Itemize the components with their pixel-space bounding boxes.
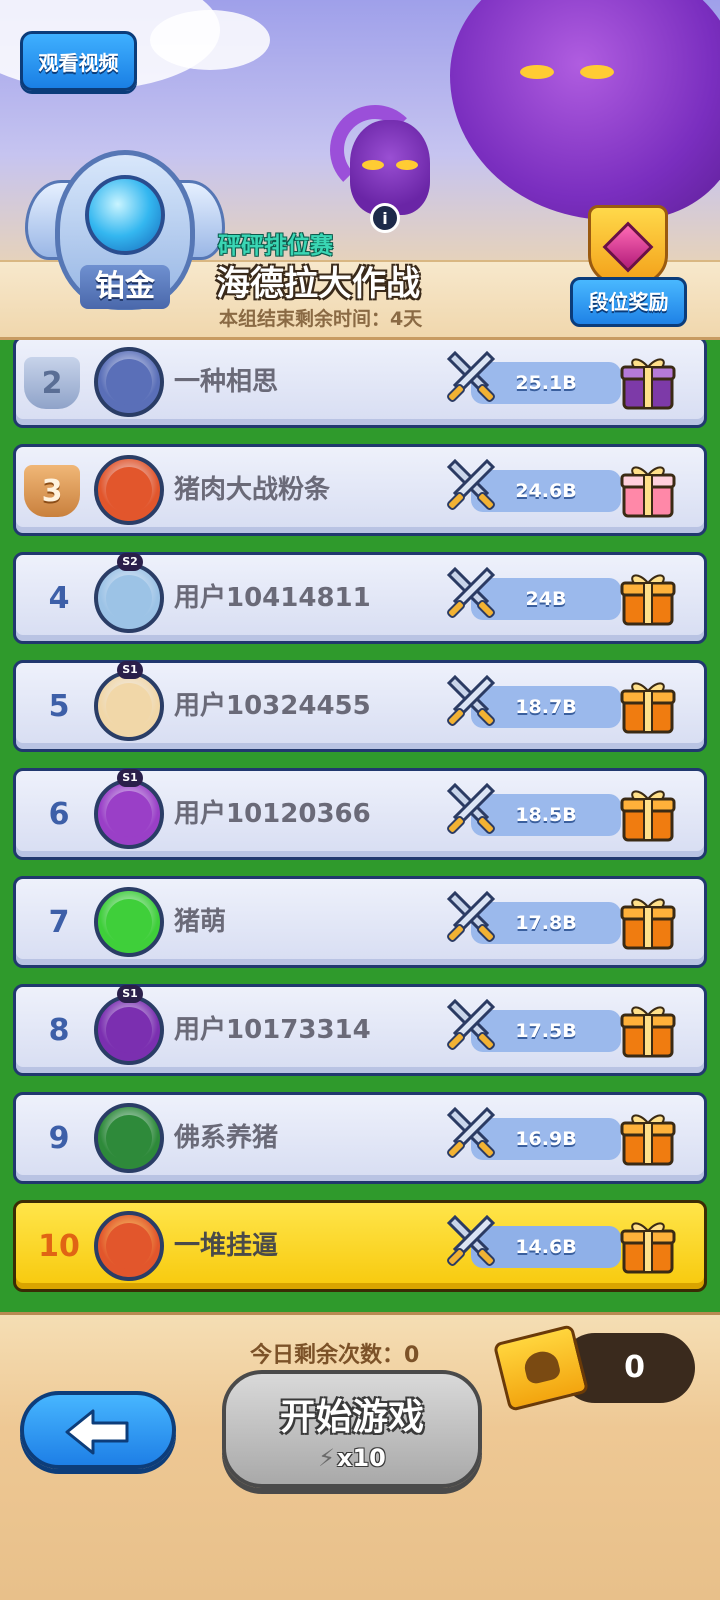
player-name: 用户10173314 [174,1015,371,1045]
event-title: 海德拉大作战 [216,264,420,304]
monster-eye [362,160,384,170]
avatar-face [106,1007,152,1053]
energy-cost: ⚡x10 [318,1444,386,1472]
start-game-button[interactable]: 开始游戏 ⚡x10 [222,1370,482,1488]
avatar-face [106,467,152,513]
gift-box-icon[interactable] [620,461,676,519]
season-badge: S1 [117,661,143,679]
rank-number: 8 [48,1012,70,1048]
avatar[interactable] [94,671,164,741]
avatar[interactable] [94,347,164,417]
season-badge: S2 [117,553,143,571]
player-name: 一堆挂逼 [174,1231,279,1261]
monster-eye [396,160,418,170]
rank-number: 4 [48,580,70,616]
player-name: 佛系养猪 [174,1123,279,1153]
crossed-swords-icon [446,351,496,402]
cloud [150,10,270,70]
gift-box-icon[interactable] [620,785,676,843]
rank-badge[interactable]: 铂金 [25,140,225,320]
season-badge: S1 [117,985,143,1003]
lightning-icon: ⚡ [318,1444,335,1472]
info-icon[interactable]: i [370,203,400,233]
gift-box-icon[interactable] [620,353,676,411]
energy-cost-text: x10 [336,1444,386,1472]
avatar[interactable] [94,779,164,849]
watch-video-button[interactable]: 观看视频 [20,31,137,91]
avatar[interactable] [94,995,164,1065]
gift-box-icon[interactable] [620,893,676,951]
player-name: 用户10324455 [174,691,371,721]
gift-box-icon[interactable] [620,1001,676,1059]
gift-box-icon[interactable] [620,1217,676,1275]
rank-reward-label: 段位奖励 [570,277,687,327]
gift-box-icon[interactable] [620,677,676,735]
small-monster-image [350,120,430,215]
start-game-label: 开始游戏 [279,1397,424,1438]
rank-number: 7 [48,904,70,940]
leaderboard-row[interactable]: 3 猪肉大战粉条 24.6B [13,444,707,536]
bronze-medal-icon: 3 [24,465,80,517]
player-name: 一种相思 [174,367,279,397]
avatar-face [106,683,152,729]
crossed-swords-icon [446,999,496,1050]
avatar[interactable] [94,455,164,525]
avatar-face [106,1223,152,1269]
season-badge: S1 [117,769,143,787]
avatar-face [106,359,152,405]
player-name: 用户10414811 [174,583,371,613]
avatar[interactable] [94,1103,164,1173]
monster-eye [520,65,554,79]
avatar-face [106,1115,152,1161]
skull-icon [521,1348,562,1386]
avatar-face [106,575,152,621]
crossed-swords-icon [446,1107,496,1158]
rank-number: 10 [38,1228,80,1264]
monster-eye [580,65,614,79]
remaining-attempts: 今日剩余次数：0 [250,1343,420,1368]
avatar-face [106,899,152,945]
ticket-icon [492,1324,590,1412]
leaderboard-row[interactable]: 4 S2 用户10414811 24B [13,552,707,644]
event-timer: 本组结束剩余时间：4天 [219,308,423,330]
back-button[interactable] [20,1391,176,1469]
event-subtitle: 砰砰排位赛 [218,233,333,259]
footer-panel: 今日剩余次数：0 0 开始游戏 ⚡x10 [0,1312,720,1600]
leaderboard-row[interactable]: 9 佛系养猪 16.9B [13,1092,707,1184]
avatar-face [106,791,152,837]
crossed-swords-icon [446,459,496,510]
player-name: 猪肉大战粉条 [174,475,331,505]
avatar[interactable] [94,1211,164,1281]
leaderboard[interactable]: 2 一种相思 25.1B 3 猪肉大战粉条 24.6B 4 S2 用户10414811 24B 5 S… [0,340,720,1315]
leaderboard-row[interactable]: 8 S1 用户10173314 17.5B [13,984,707,1076]
player-name: 用户10120366 [174,799,371,829]
avatar[interactable] [94,887,164,957]
rank-reward-button[interactable]: 段位奖励 [570,205,687,327]
leaderboard-row[interactable]: 2 一种相思 25.1B [13,340,707,428]
crossed-swords-icon [446,891,496,942]
badge-orb-icon [85,175,165,255]
crossed-swords-icon [446,783,496,834]
crossed-swords-icon [446,567,496,618]
arrow-left-icon [65,1409,129,1455]
hydra-monster-image [450,0,720,220]
badge-rank-label: 铂金 [80,265,170,309]
avatar[interactable] [94,563,164,633]
crossed-swords-icon [446,1215,496,1266]
leaderboard-row[interactable]: 6 S1 用户10120366 18.5B [13,768,707,860]
leaderboard-row[interactable]: 7 猪萌 17.8B [13,876,707,968]
rank-number: 9 [48,1120,70,1156]
silver-medal-icon: 2 [24,357,80,409]
leaderboard-row[interactable]: 10 一堆挂逼 14.6B [13,1200,707,1292]
crossed-swords-icon [446,675,496,726]
gift-box-icon[interactable] [620,569,676,627]
gift-box-icon[interactable] [620,1109,676,1167]
player-name: 猪萌 [174,907,227,937]
rank-number: 6 [48,796,70,832]
rank-number: 5 [48,688,70,724]
leaderboard-row[interactable]: 5 S1 用户10324455 18.7B [13,660,707,752]
